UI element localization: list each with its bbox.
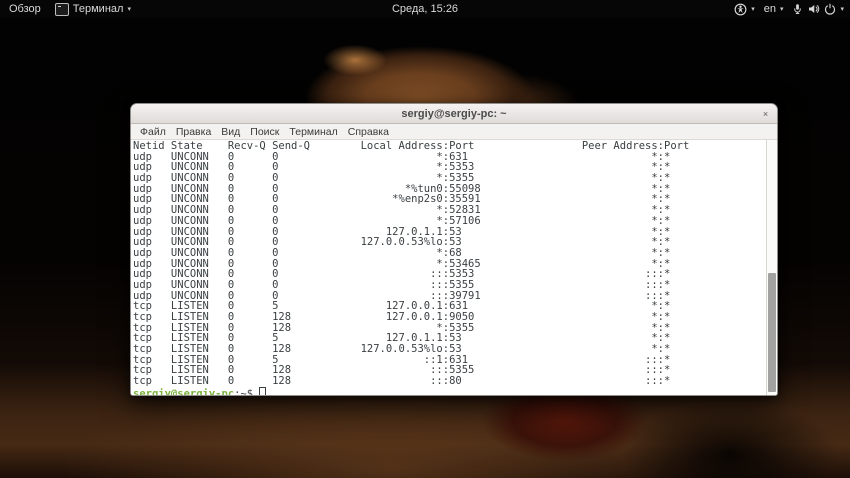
menu-terminal[interactable]: Терминал xyxy=(284,126,342,138)
power-icon xyxy=(824,3,836,15)
activities-button[interactable]: Обзор xyxy=(9,3,41,15)
terminal-line: udp UNCONN 0 0 *:68 *:* xyxy=(133,246,671,259)
chevron-down-icon: ▾ xyxy=(840,5,844,13)
accessibility-menu[interactable]: ▾ xyxy=(734,3,755,16)
volume-icon xyxy=(807,3,820,15)
app-menu-label: Терминал xyxy=(72,3,124,15)
window-titlebar[interactable]: sergiy@sergiy-pc: ~ × xyxy=(131,104,777,124)
terminal-menubar: Файл Правка Вид Поиск Терминал Справка xyxy=(131,124,777,140)
terminal-window: sergiy@sergiy-pc: ~ × Файл Правка Вид По… xyxy=(130,103,778,396)
top-bar: Обзор Терминал ▾ Среда, 15:26 ▾ en ▾ ▾ xyxy=(0,0,850,18)
menu-file[interactable]: Файл xyxy=(135,126,171,138)
menu-edit[interactable]: Правка xyxy=(171,126,216,138)
chevron-down-icon: ▾ xyxy=(779,5,784,13)
terminal-app-icon xyxy=(54,2,69,16)
window-title: sergiy@sergiy-pc: ~ xyxy=(401,107,507,120)
keyboard-layout-menu[interactable]: en ▾ xyxy=(764,3,784,15)
terminal-output: Netid State Recv-Q Send-Q Local Address:… xyxy=(133,141,766,395)
system-menu[interactable]: ▾ xyxy=(792,3,844,15)
scrollbar-thumb[interactable] xyxy=(768,272,776,393)
prompt-suffix: :~$ xyxy=(234,387,260,395)
terminal-line: udp UNCONN 0 0 *:57106 *:* xyxy=(133,214,671,227)
close-icon[interactable]: × xyxy=(759,107,772,120)
scrollbar-track[interactable] xyxy=(766,140,777,395)
clock-label[interactable]: Среда, 15:26 xyxy=(392,3,458,15)
menu-help[interactable]: Справка xyxy=(343,126,394,138)
app-menu[interactable]: Терминал ▾ xyxy=(54,2,131,16)
prompt-user-host: sergiy@sergiy-pc xyxy=(133,387,235,395)
terminal-cursor xyxy=(259,386,267,395)
chevron-down-icon: ▾ xyxy=(127,5,131,13)
chevron-down-icon: ▾ xyxy=(751,5,755,13)
microphone-icon xyxy=(792,3,803,15)
menu-search[interactable]: Поиск xyxy=(245,126,284,138)
keyboard-layout-label: en xyxy=(763,3,776,15)
accessibility-icon xyxy=(734,3,747,16)
terminal-screen[interactable]: Netid State Recv-Q Send-Q Local Address:… xyxy=(131,140,777,395)
terminal-prompt-line: sergiy@sergiy-pc:~$ xyxy=(133,386,766,395)
menu-view[interactable]: Вид xyxy=(216,126,245,138)
terminal-line: tcp LISTEN 0 128 :::80 :::* xyxy=(133,375,671,388)
